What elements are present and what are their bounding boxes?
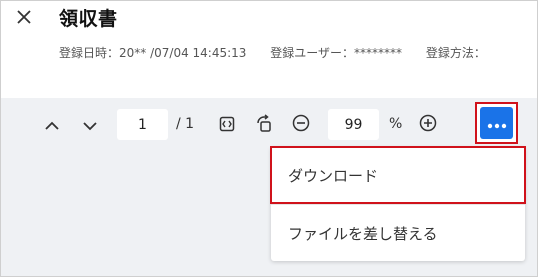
- page-number-input[interactable]: [117, 109, 168, 140]
- registration-method-label: 登録方法：: [425, 46, 486, 60]
- registered-at: 登録日時：20** /07/04 14:45:13: [59, 44, 246, 61]
- more-button-highlight: [475, 102, 518, 144]
- close-icon: [17, 9, 31, 28]
- rotate-button[interactable]: [252, 113, 276, 137]
- registered-at-value: 20** /07/04 14:45:13: [119, 46, 247, 60]
- close-button[interactable]: [13, 7, 35, 29]
- receipt-viewer-window: 領収書 登録日時：20** /07/04 14:45:13 登録ユーザー：***…: [0, 0, 538, 277]
- next-page-button[interactable]: [78, 113, 102, 137]
- page-total: / 1: [176, 116, 195, 132]
- registered-user-value: ********: [354, 46, 403, 60]
- header: 領収書 登録日時：20** /07/04 14:45:13 登録ユーザー：***…: [1, 1, 537, 98]
- registered-user-label: 登録ユーザー：: [270, 46, 355, 60]
- previous-page-button[interactable]: [40, 113, 64, 137]
- zoom-out-icon: [292, 114, 310, 136]
- zoom-in-button[interactable]: [416, 113, 440, 137]
- zoom-unit: %: [389, 116, 403, 132]
- registered-at-label: 登録日時：: [59, 46, 120, 60]
- fit-width-icon: [219, 116, 235, 136]
- menu-item-replace-file[interactable]: ファイルを差し替える: [271, 205, 525, 261]
- registration-meta: 登録日時：20** /07/04 14:45:13 登録ユーザー：*******…: [59, 44, 486, 61]
- zoom-out-button[interactable]: [289, 113, 313, 137]
- page-title: 領収書: [59, 8, 118, 30]
- registered-user: 登録ユーザー：********: [270, 44, 402, 61]
- more-options-button[interactable]: [480, 107, 513, 139]
- chevron-up-icon: [44, 116, 60, 135]
- menu-item-download[interactable]: ダウンロード: [270, 146, 526, 204]
- fit-width-button[interactable]: [215, 114, 239, 138]
- zoom-in-icon: [419, 114, 437, 136]
- chevron-down-icon: [82, 116, 98, 135]
- more-horizontal-icon: [487, 114, 507, 133]
- registration-method: 登録方法：: [426, 44, 486, 61]
- more-options-menu: ダウンロード ファイルを差し替える: [270, 146, 526, 261]
- zoom-input[interactable]: [328, 109, 379, 140]
- rotate-icon: [256, 114, 272, 136]
